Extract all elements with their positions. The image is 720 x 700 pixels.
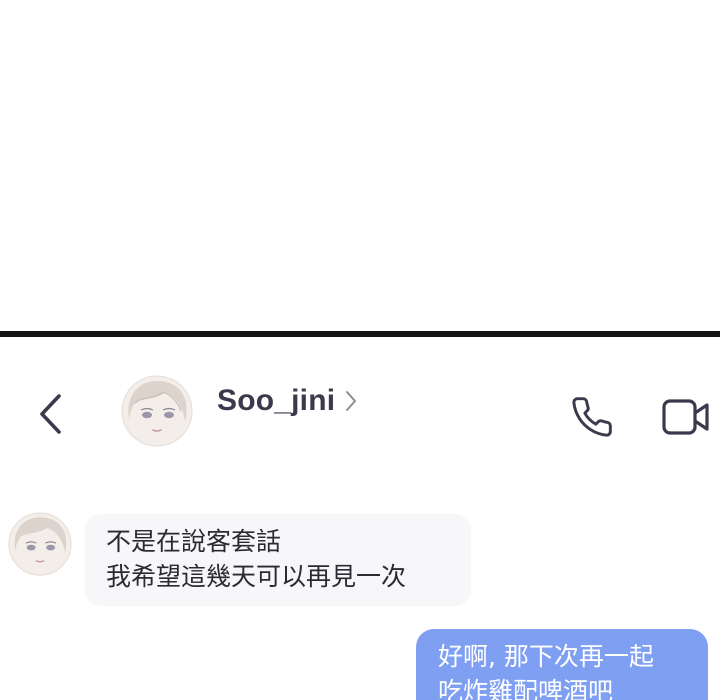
- message-line: 吃炸雞配啤酒吧: [438, 677, 614, 700]
- chevron-right-icon: [345, 390, 357, 412]
- contact-avatar[interactable]: [121, 375, 193, 447]
- message-line: 不是在說客套話: [106, 527, 282, 556]
- incoming-message-bubble[interactable]: 不是在說客套話 我希望這幾天可以再見一次: [85, 514, 471, 606]
- voice-call-button[interactable]: [566, 391, 618, 443]
- contact-name-row[interactable]: Soo_jini: [217, 381, 357, 421]
- phone-icon: [572, 397, 612, 437]
- back-button[interactable]: [30, 389, 70, 439]
- blank-panel: [0, 0, 720, 332]
- contact-name: Soo_jini: [217, 384, 336, 417]
- sender-avatar[interactable]: [8, 512, 72, 576]
- message-line: 我希望這幾天可以再見一次: [106, 562, 407, 591]
- outgoing-message-bubble[interactable]: 好啊, 那下次再一起 吃炸雞配啤酒吧: [416, 629, 708, 700]
- video-camera-icon: [662, 399, 709, 435]
- chat-screen: Soo_jini 不是在說客套話 我希望這幾天可以再見一次 好啊, 那下次再一起…: [0, 337, 720, 700]
- comic-panel-page: Soo_jini 不是在說客套話 我希望這幾天可以再見一次 好啊, 那下次再一起…: [0, 0, 720, 700]
- message-line: 好啊, 那下次再一起: [438, 642, 654, 671]
- chevron-left-icon: [40, 394, 61, 434]
- video-call-button[interactable]: [658, 391, 714, 443]
